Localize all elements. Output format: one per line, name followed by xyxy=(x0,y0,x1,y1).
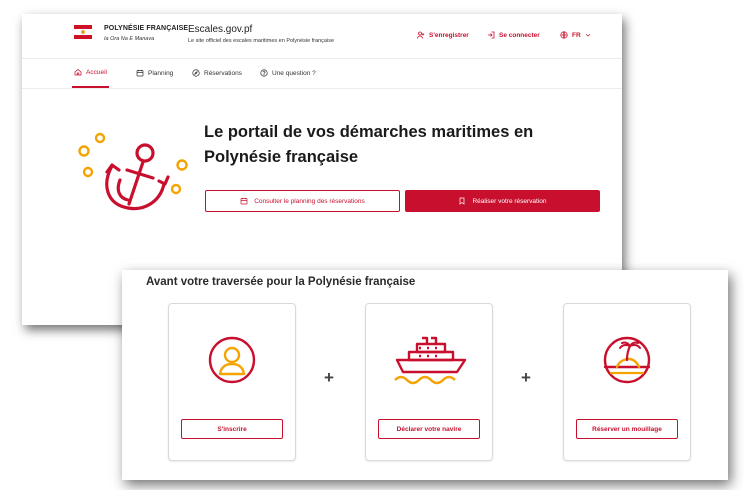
tab-question[interactable]: Une question ? xyxy=(260,58,316,88)
main-nav: Accueil Planning Réservations Une questi… xyxy=(22,58,622,89)
hero-title: Le portail de vos démarches maritimes en… xyxy=(204,120,604,170)
tab-label: Réservations xyxy=(204,69,242,77)
language-selector[interactable]: FR xyxy=(560,31,591,39)
site-name[interactable]: Escales.gov.pf xyxy=(188,24,252,35)
user-icon xyxy=(208,336,256,384)
login-icon xyxy=(488,31,495,39)
gov-motto: Ia Ora Na E Manava xyxy=(104,36,155,42)
steps-screenshot: Avant votre traversée pour la Polynésie … xyxy=(122,270,728,480)
tab-planning[interactable]: Planning xyxy=(136,58,173,88)
tab-accueil[interactable]: Accueil xyxy=(72,58,109,88)
section-title: Avant votre traversée pour la Polynésie … xyxy=(146,276,416,288)
home-icon xyxy=(74,69,82,76)
bookmark-icon xyxy=(460,197,465,205)
login-link[interactable]: Se connecter xyxy=(487,31,540,39)
login-label: Se connecter xyxy=(499,31,540,39)
step-card-ship: Déclarer votre navire xyxy=(365,303,493,461)
register-label: S'enregistrer xyxy=(429,31,469,39)
planning-button[interactable]: Consulter le planning des réservations xyxy=(205,190,400,212)
polynesia-flag-logo[interactable] xyxy=(74,25,92,39)
tab-label: Une question ? xyxy=(272,69,316,77)
tab-label: Planning xyxy=(148,69,174,77)
calendar-icon xyxy=(136,69,144,77)
plus-separator: + xyxy=(521,368,531,387)
user-add-icon xyxy=(417,31,425,39)
reserve-button[interactable]: Réaliser votre réservation xyxy=(405,190,600,212)
language-label: FR xyxy=(572,31,581,39)
hero-title-line1: Le portail de vos démarches maritimes en xyxy=(204,123,534,141)
reserve-mooring-button[interactable]: Réserver un mouillage xyxy=(576,419,678,439)
step-card-register: S'inscrire xyxy=(168,303,296,461)
site-subtitle: Le site officiel des escales maritimes e… xyxy=(188,38,335,44)
gov-name: POLYNÉSIE FRANÇAISE xyxy=(104,25,189,32)
globe-icon xyxy=(560,31,568,39)
calendar-icon xyxy=(240,197,248,205)
register-link[interactable]: S'enregistrer xyxy=(417,31,469,39)
compass-icon xyxy=(192,69,200,77)
step-card-mooring: Réserver un mouillage xyxy=(563,303,691,461)
ship-icon xyxy=(394,336,467,385)
reserve-button-label: Réaliser votre réservation xyxy=(472,197,547,205)
plus-separator: + xyxy=(324,368,334,387)
help-icon xyxy=(260,69,268,77)
register-step-button[interactable]: S'inscrire xyxy=(181,419,283,439)
chevron-down-icon xyxy=(585,33,590,37)
declare-ship-button[interactable]: Déclarer votre navire xyxy=(378,419,480,439)
site-header: POLYNÉSIE FRANÇAISE Ia Ora Na E Manava E… xyxy=(22,14,622,59)
island-icon xyxy=(603,336,651,384)
tab-label: Accueil xyxy=(86,68,107,76)
tab-reservations[interactable]: Réservations xyxy=(192,58,242,88)
anchor-icon xyxy=(78,132,188,211)
planning-button-label: Consulter le planning des réservations xyxy=(254,197,365,205)
hero-title-line2: Polynésie française xyxy=(204,148,359,166)
